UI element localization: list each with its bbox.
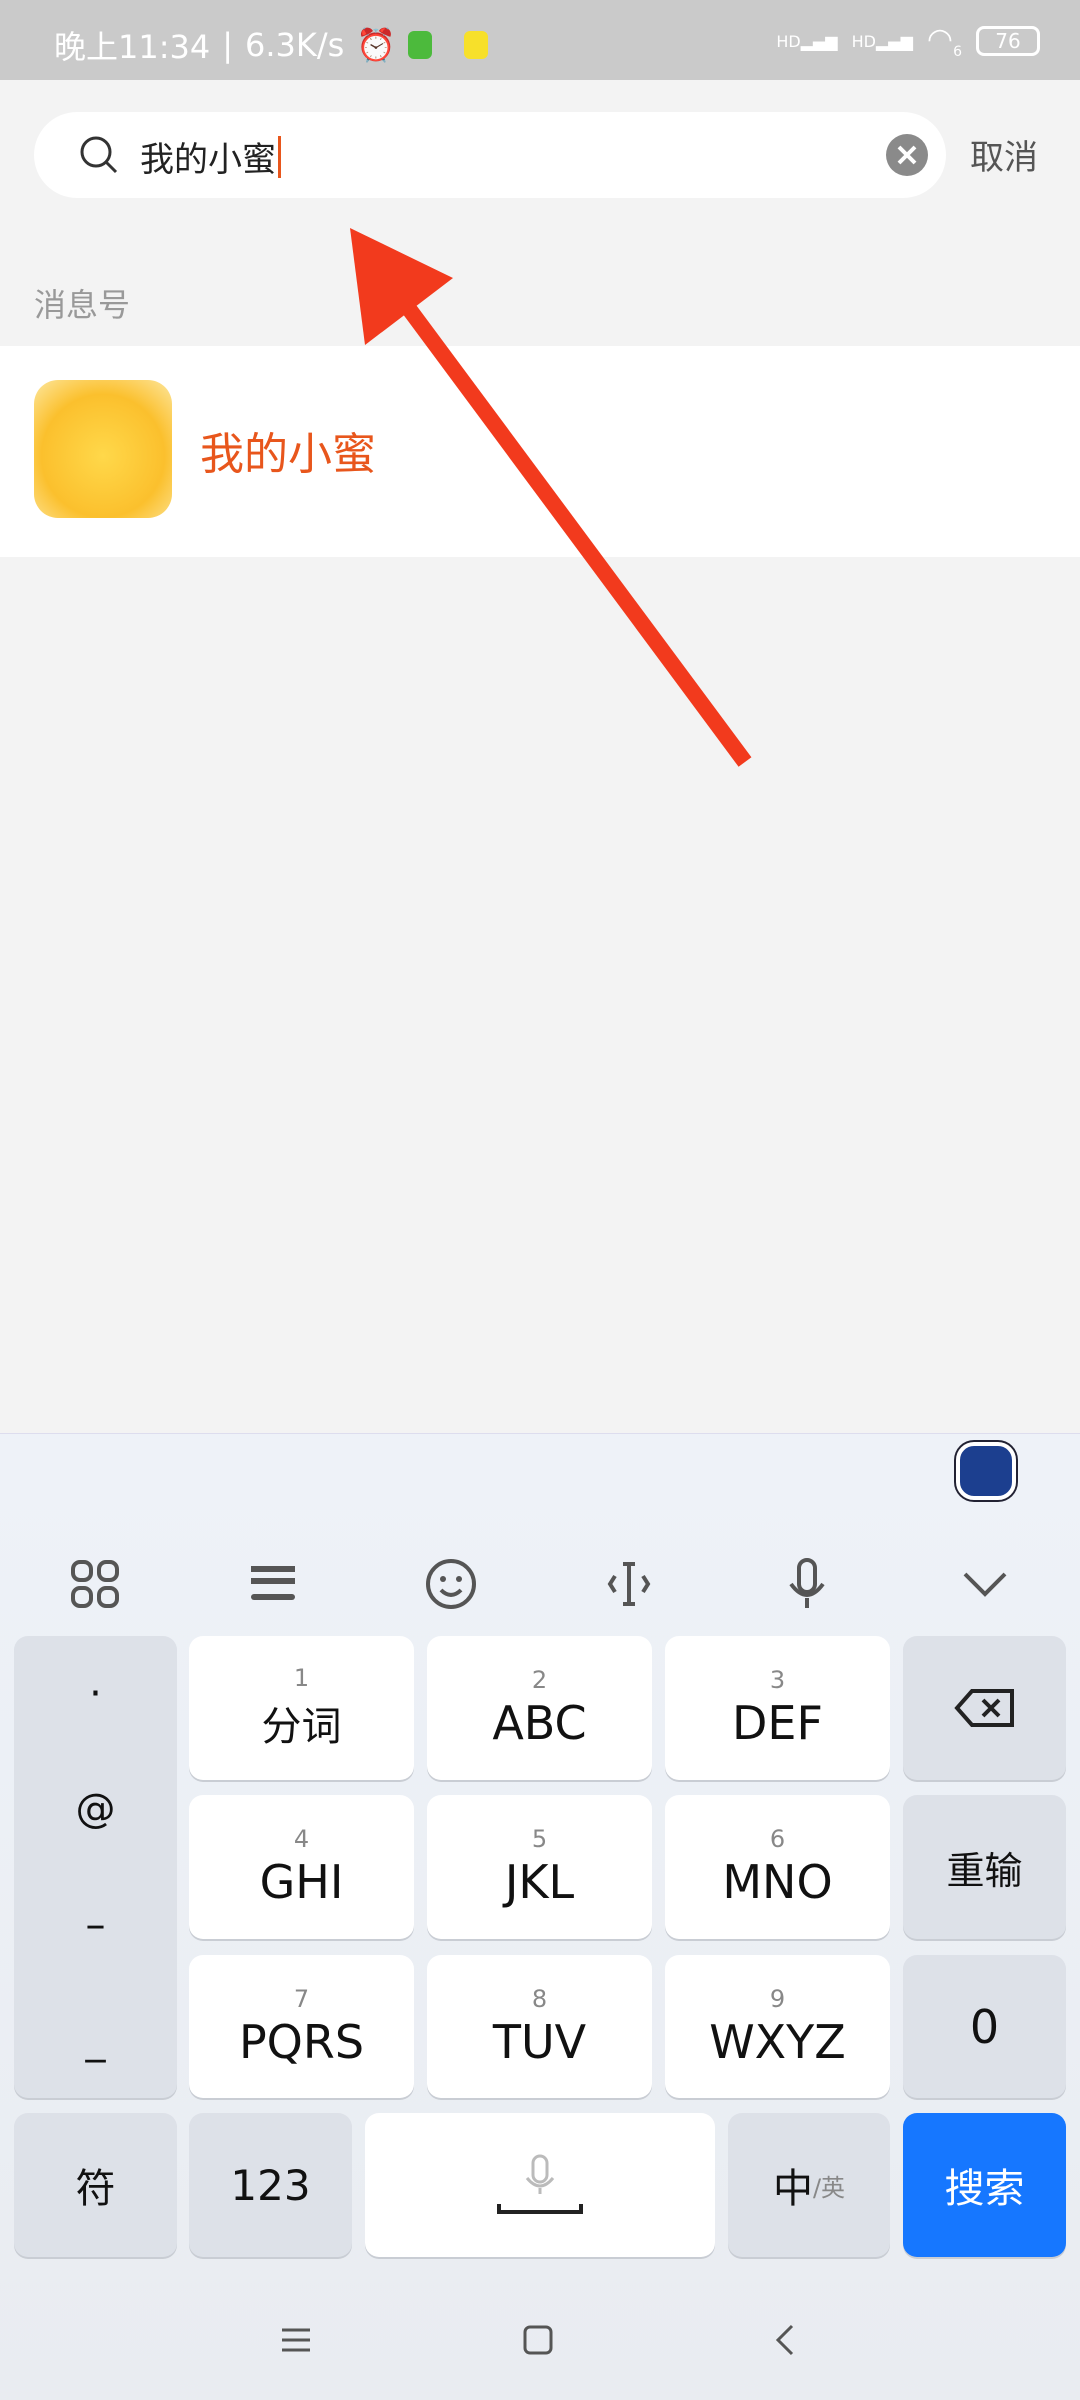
key-0[interactable]: 0 — [903, 1955, 1066, 2098]
retype-button[interactable]: 重输 — [903, 1795, 1066, 1939]
key-underscore[interactable]: _ — [86, 2017, 106, 2063]
space-button[interactable] — [365, 2113, 715, 2257]
home-icon[interactable] — [518, 2320, 558, 2360]
mic-icon[interactable] — [777, 1554, 837, 1614]
key-9[interactable]: 9 WXYZ — [665, 1955, 890, 2098]
emoji-icon[interactable] — [421, 1554, 481, 1614]
key-1[interactable]: 1 分词 — [189, 1636, 414, 1780]
key-dot[interactable]: · — [89, 1671, 102, 1717]
key-6[interactable]: 6 MNO — [665, 1795, 890, 1939]
collapse-icon[interactable] — [955, 1554, 1015, 1614]
grid-icon[interactable] — [65, 1554, 125, 1614]
key-5[interactable]: 5 JKL — [427, 1795, 652, 1939]
key-2[interactable]: 2 ABC — [427, 1636, 652, 1780]
space-mic-icon — [497, 2154, 583, 2214]
cursor-icon[interactable] — [599, 1554, 659, 1614]
annotation-arrow — [350, 228, 752, 767]
search-key[interactable]: 搜索 — [903, 2113, 1066, 2257]
navigation-bar — [0, 2290, 1080, 2400]
symbols-button[interactable]: 符 — [14, 2113, 177, 2257]
assistant-bot-icon[interactable] — [956, 1442, 1016, 1500]
key-3[interactable]: 3 DEF — [665, 1636, 890, 1780]
backspace-icon — [953, 1689, 1014, 1727]
menu-icon[interactable] — [276, 2320, 316, 2360]
numbers-button[interactable]: 123 — [189, 2113, 352, 2257]
key-at[interactable]: @ — [76, 1786, 116, 1832]
backspace-button[interactable] — [903, 1636, 1066, 1780]
key-7[interactable]: 7 PQRS — [189, 1955, 414, 2098]
key-8[interactable]: 8 TUV — [427, 1955, 652, 2098]
key-4[interactable]: 4 GHI — [189, 1795, 414, 1939]
punctuation-column[interactable]: · @ – _ — [14, 1636, 177, 2098]
back-icon[interactable] — [766, 2320, 806, 2360]
language-toggle[interactable]: 中/英 — [728, 2113, 890, 2257]
key-dash[interactable]: – — [86, 1902, 106, 1948]
keyboard-icon[interactable] — [243, 1554, 303, 1614]
